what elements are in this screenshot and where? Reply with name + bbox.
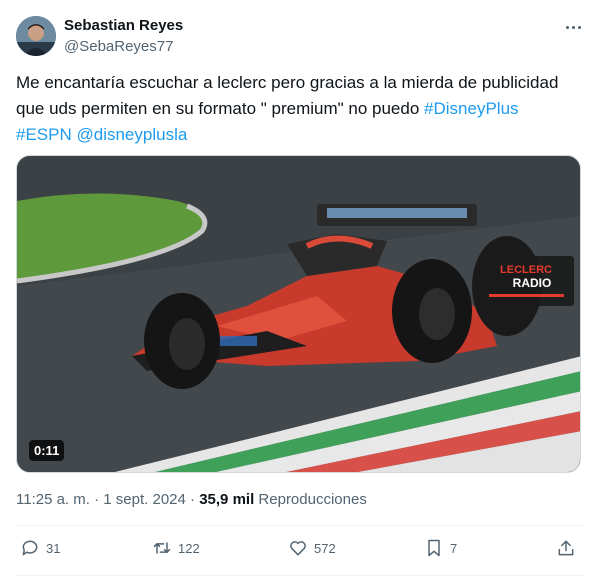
video-duration: 0:11: [29, 440, 65, 461]
avatar-image: [16, 16, 56, 56]
repost-icon: [153, 542, 171, 554]
tweet-date[interactable]: 1 sept. 2024: [103, 491, 186, 508]
meta-separator-2: ·: [190, 491, 196, 508]
views-count: 35,9 mil: [199, 491, 255, 508]
hashtag-disneyplus[interactable]: #DisneyPlus: [424, 99, 519, 118]
bookmark-count: 7: [450, 540, 458, 556]
tweet-text: Me encantaría escuchar a leclerc pero gr…: [16, 70, 581, 148]
like-button[interactable]: 572: [288, 538, 336, 558]
share-icon: [558, 540, 574, 556]
share-button[interactable]: [556, 538, 582, 558]
mention-disneyplusla[interactable]: @disneyplusla: [76, 125, 187, 144]
video-player[interactable]: LECLERC RADIO: [16, 155, 581, 473]
reply-icon: [22, 540, 38, 556]
video-frame: LECLERC RADIO: [17, 156, 580, 472]
avatar[interactable]: [16, 16, 56, 56]
repost-count: 122: [178, 540, 200, 556]
bookmark-button[interactable]: 7: [424, 538, 457, 558]
tweet-meta: 11:25 a. m. · 1 sept. 2024 · 35,9 mil Re…: [16, 491, 367, 508]
radio-overlay-line1: LECLERC: [500, 264, 552, 276]
hashtag-espn[interactable]: #ESPN: [16, 125, 72, 144]
author-name[interactable]: Sebastian Reyes: [64, 17, 183, 34]
divider-bottom: [16, 575, 585, 576]
tweet: Sebastian Reyes @SebaReyes77 Me encantar…: [0, 0, 601, 583]
like-count: 572: [314, 540, 336, 556]
radio-overlay-line2: RADIO: [513, 276, 552, 290]
heart-icon: [290, 541, 306, 556]
reply-button[interactable]: 31: [20, 538, 60, 558]
action-bar: 31 122 572 7: [16, 538, 584, 562]
author-handle[interactable]: @SebaReyes77: [64, 38, 173, 55]
bookmark-icon: [428, 539, 440, 557]
tweet-time[interactable]: 11:25 a. m.: [16, 491, 90, 508]
meta-separator: ·: [94, 491, 100, 508]
reply-count: 31: [46, 540, 61, 556]
divider: [16, 525, 585, 526]
repost-button[interactable]: 122: [152, 538, 200, 558]
more-options-icon[interactable]: [562, 18, 584, 36]
views-label: Reproducciones: [258, 491, 367, 508]
